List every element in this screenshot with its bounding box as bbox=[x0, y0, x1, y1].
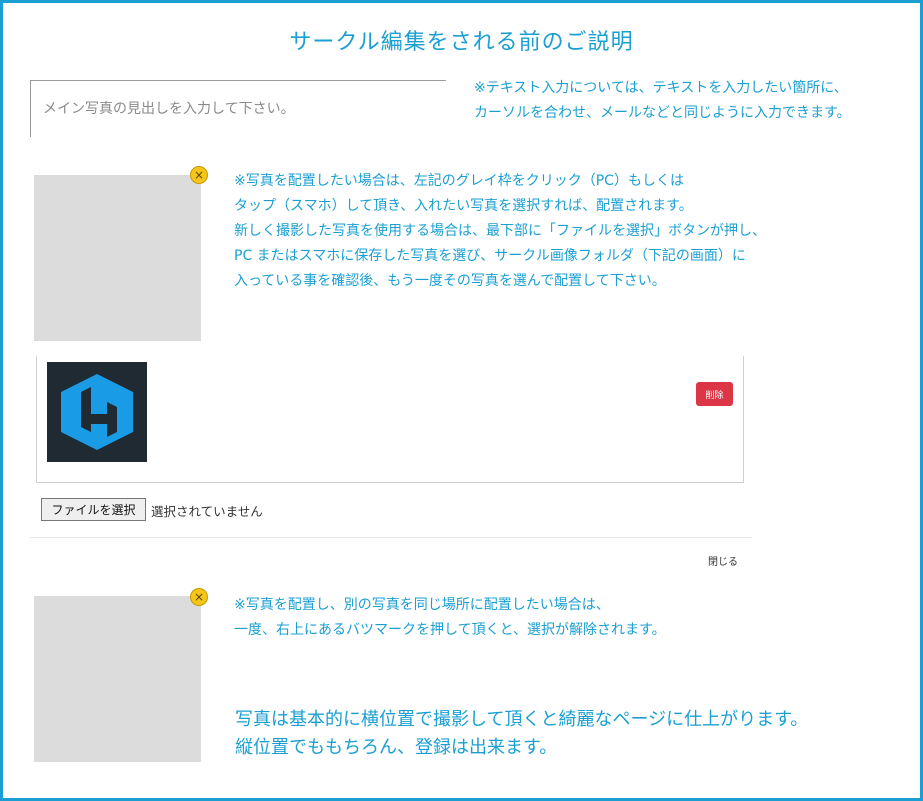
photo-place-note-line: 入っている事を確認後、もう一度その写真を選んで配置して下さい。 bbox=[234, 273, 666, 289]
photo-replace-note-line: 一度、右上にあるバツマークを押して頂くと、選択が解除されます。 bbox=[234, 622, 666, 638]
cube-logo-icon bbox=[61, 374, 133, 450]
photo-slot-2[interactable] bbox=[34, 596, 201, 762]
text-input-note-line: カーソルを合わせ、メールなどと同じように入力できます。 bbox=[474, 105, 851, 121]
orientation-note-line: 写真は基本的に横位置で撮影して頂くと綺麗なページに仕上がります。 bbox=[235, 709, 809, 730]
divider bbox=[30, 537, 752, 538]
text-input-note: ※テキスト入力については、テキストを入力したい箇所に、 カーソルを合わせ、メール… bbox=[474, 76, 851, 126]
photo-place-note-line: ※写真を配置したい場合は、左記のグレイ枠をクリック（PC）もしくは bbox=[234, 173, 684, 189]
delete-button[interactable]: 削除 bbox=[696, 382, 733, 406]
photo-place-note-line: PC またはスマホに保存した写真を選び、サークル画像フォルダ（下記の画面）に bbox=[234, 248, 746, 264]
close-icon[interactable]: × bbox=[190, 588, 208, 606]
photo-slot-1[interactable] bbox=[34, 175, 201, 341]
orientation-note-line: 縦位置でももちろん、登録は出来ます。 bbox=[235, 737, 558, 758]
text-input-note-line: ※テキスト入力については、テキストを入力したい箇所に、 bbox=[474, 80, 848, 96]
photo-replace-note: ※写真を配置し、別の写真を同じ場所に配置したい場合は、 一度、右上にあるバツマー… bbox=[234, 593, 666, 643]
photo-replace-note-line: ※写真を配置し、別の写真を同じ場所に配置したい場合は、 bbox=[234, 597, 610, 613]
close-icon[interactable]: × bbox=[190, 166, 208, 184]
close-button[interactable]: 閉じる bbox=[708, 553, 738, 568]
choose-file-button[interactable]: ファイルを選択 bbox=[41, 498, 146, 521]
image-thumbnail[interactable] bbox=[47, 362, 147, 462]
heading-input[interactable] bbox=[30, 80, 446, 137]
page-title: サークル編集をされる前のご説明 bbox=[289, 30, 634, 55]
file-status: 選択されていません bbox=[151, 504, 263, 519]
photo-place-note-line: タップ（スマホ）して頂き、入れたい写真を選択すれば、配置されます。 bbox=[234, 198, 693, 214]
photo-place-note: ※写真を配置したい場合は、左記のグレイ枠をクリック（PC）もしくは タップ（スマ… bbox=[234, 169, 766, 294]
photo-place-note-line: 新しく撮影した写真を使用する場合は、最下部に「ファイルを選択」ボタンが押し、 bbox=[234, 223, 766, 239]
circle-image-folder: 削除 bbox=[36, 356, 744, 483]
orientation-note: 写真は基本的に横位置で撮影して頂くと綺麗なページに仕上がります。 縦位置でももち… bbox=[235, 706, 808, 762]
